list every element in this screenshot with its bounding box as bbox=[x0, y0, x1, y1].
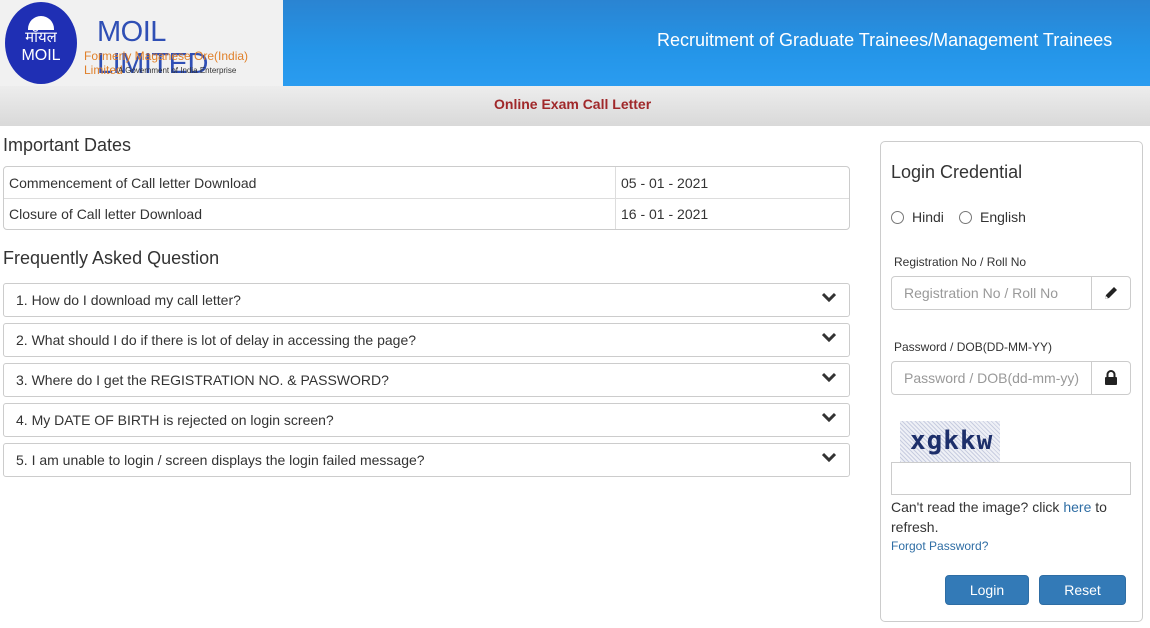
captcha-image: xgkkw bbox=[900, 421, 1000, 462]
logo-short-name: MOIL bbox=[21, 47, 61, 64]
faq-question: 5. I am unable to login / screen display… bbox=[16, 452, 425, 468]
registration-input-group bbox=[891, 276, 1131, 310]
radio-button[interactable] bbox=[959, 210, 972, 224]
sub-header-title: Online Exam Call Letter bbox=[494, 96, 652, 112]
lock-icon bbox=[1091, 362, 1130, 394]
logo-hindi-text: मॉयल bbox=[25, 29, 57, 46]
page-title: Recruitment of Graduate Trainees/Managem… bbox=[657, 30, 1113, 50]
date-label: Commencement of Call letter Download bbox=[9, 174, 257, 191]
table-row: Commencement of Call letter Download 05 … bbox=[4, 167, 849, 198]
moil-logo: मॉयल MOIL MOIL LIMITED Formerly Maganese… bbox=[0, 0, 283, 86]
password-input-group bbox=[891, 361, 1131, 395]
faq-item-1[interactable]: 1. How do I download my call letter? bbox=[3, 283, 850, 317]
radio-label: Hindi bbox=[912, 209, 944, 225]
reset-button[interactable]: Reset bbox=[1039, 575, 1126, 605]
faq-heading: Frequently Asked Question bbox=[3, 248, 220, 268]
important-dates-table: Commencement of Call letter Download 05 … bbox=[3, 166, 850, 230]
date-label: Closure of Call letter Download bbox=[4, 198, 615, 229]
logo-tagline: A Government of India Enterprise bbox=[118, 66, 237, 75]
faq-item-3[interactable]: 3. Where do I get the REGISTRATION NO. &… bbox=[3, 363, 850, 397]
chevron-down-icon bbox=[822, 372, 836, 383]
login-panel: Login Credential Hindi English Registrat… bbox=[880, 141, 1143, 622]
login-button[interactable]: Login bbox=[945, 575, 1029, 605]
password-label: Password / DOB(DD-MM-YY) bbox=[894, 340, 1053, 354]
captcha-refresh-link[interactable]: here bbox=[1063, 499, 1091, 515]
dome-icon bbox=[28, 16, 54, 30]
login-title: Login Credential bbox=[891, 162, 1023, 182]
password-input[interactable] bbox=[892, 362, 1091, 394]
radio-button[interactable] bbox=[891, 210, 904, 224]
important-dates-heading: Important Dates bbox=[3, 135, 132, 155]
forgot-password-link[interactable]: Forgot Password? bbox=[891, 539, 988, 553]
captcha-input[interactable] bbox=[891, 462, 1131, 495]
sub-header-bar: Online Exam Call Letter bbox=[0, 86, 1150, 126]
radio-english[interactable]: English bbox=[959, 209, 1026, 225]
captcha-refresh-text: Can't read the image? click here to refr… bbox=[891, 497, 1131, 537]
radio-hindi[interactable]: Hindi bbox=[891, 209, 944, 225]
faq-item-2[interactable]: 2. What should I do if there is lot of d… bbox=[3, 323, 850, 357]
faq-question: 4. My DATE OF BIRTH is rejected on login… bbox=[16, 412, 334, 428]
date-value: 16 - 01 - 2021 bbox=[615, 198, 849, 229]
chevron-down-icon bbox=[822, 332, 836, 343]
logo-emblem: मॉयल MOIL bbox=[5, 2, 77, 84]
pencil-icon bbox=[1091, 277, 1130, 309]
faq-question: 3. Where do I get the REGISTRATION NO. &… bbox=[16, 372, 389, 388]
registration-input[interactable] bbox=[892, 277, 1091, 309]
faq-question: 1. How do I download my call letter? bbox=[16, 292, 241, 308]
table-row: Closure of Call letter Download 16 - 01 … bbox=[4, 198, 849, 229]
faq-item-4[interactable]: 4. My DATE OF BIRTH is rejected on login… bbox=[3, 403, 850, 437]
chevron-down-icon bbox=[822, 292, 836, 303]
radio-label: English bbox=[980, 209, 1026, 225]
chevron-down-icon bbox=[822, 412, 836, 423]
date-value: 05 - 01 - 2021 bbox=[615, 167, 849, 198]
faq-question: 2. What should I do if there is lot of d… bbox=[16, 332, 417, 348]
header-banner: मॉयल MOIL MOIL LIMITED Formerly Maganese… bbox=[0, 0, 1150, 86]
registration-label: Registration No / Roll No bbox=[894, 255, 1027, 269]
refresh-prefix: Can't read the image? click bbox=[891, 499, 1064, 515]
faq-item-5[interactable]: 5. I am unable to login / screen display… bbox=[3, 443, 850, 477]
chevron-down-icon bbox=[822, 452, 836, 463]
